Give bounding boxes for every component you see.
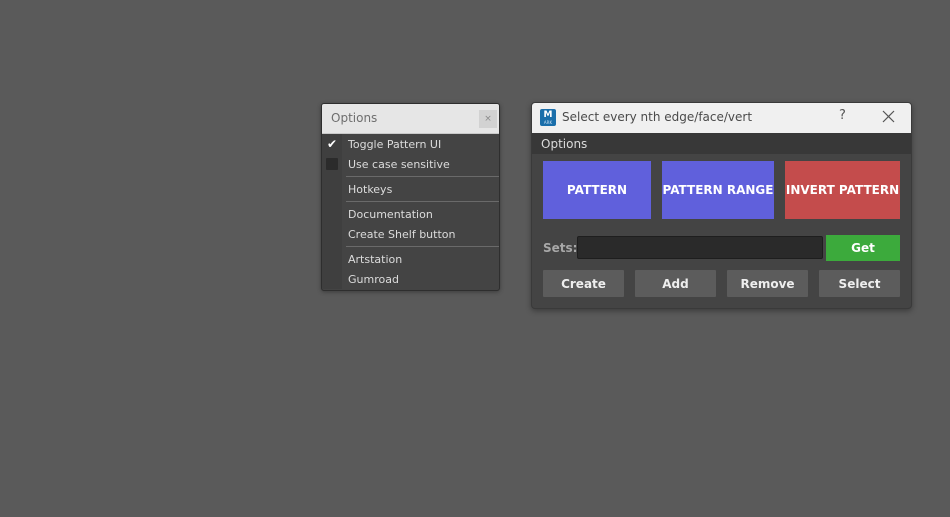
sets-input[interactable] <box>577 236 823 259</box>
close-icon[interactable] <box>881 108 897 126</box>
sets-label: Sets: <box>543 241 578 255</box>
menu-item-documentation[interactable]: Documentation <box>322 204 499 224</box>
menubar-options[interactable]: Options <box>541 137 587 151</box>
window-titlebar[interactable]: M ARK Select every nth edge/face/vert ? <box>532 103 911 133</box>
select-nth-window: M ARK Select every nth edge/face/vert ? … <box>531 102 912 309</box>
menu-separator <box>346 246 499 247</box>
app-logo-letter: M <box>543 110 553 120</box>
menu-item-create-shelf-button[interactable]: Create Shelf button <box>322 224 499 244</box>
menu-item-hotkeys[interactable]: Hotkeys <box>322 179 499 199</box>
options-menu-body: ✔ Toggle Pattern UI Use case sensitive H… <box>322 134 499 289</box>
menu-item-gumroad[interactable]: Gumroad <box>322 269 499 289</box>
menu-item-label: Create Shelf button <box>348 228 456 241</box>
options-menu-title: Options <box>331 111 378 125</box>
checkmark-icon[interactable]: ✔ <box>326 138 338 150</box>
invert-pattern-button[interactable]: INVERT PATTERN <box>785 161 900 219</box>
options-menu: Options × ✔ Toggle Pattern UI Use case s… <box>321 103 500 291</box>
menu-separator <box>346 176 499 177</box>
pattern-range-button[interactable]: PATTERN RANGE <box>662 161 774 219</box>
unchecked-box-icon[interactable] <box>326 158 338 170</box>
remove-button[interactable]: Remove <box>727 270 808 297</box>
menu-item-label: Documentation <box>348 208 433 221</box>
close-icon[interactable]: × <box>479 110 497 128</box>
options-menu-header[interactable]: Options × <box>322 104 499 134</box>
get-button[interactable]: Get <box>826 235 900 261</box>
menu-item-toggle-pattern-ui[interactable]: ✔ Toggle Pattern UI <box>322 134 499 154</box>
menu-item-use-case-sensitive[interactable]: Use case sensitive <box>322 154 499 174</box>
create-button[interactable]: Create <box>543 270 624 297</box>
menu-separator <box>346 201 499 202</box>
window-menubar: Options <box>532 133 911 154</box>
menu-item-label: Gumroad <box>348 273 399 286</box>
help-button[interactable]: ? <box>839 108 846 123</box>
pattern-button[interactable]: PATTERN <box>543 161 651 219</box>
select-button[interactable]: Select <box>819 270 900 297</box>
app-logo-sub: ARK <box>543 120 553 125</box>
menu-item-label: Artstation <box>348 253 403 266</box>
menu-item-label: Use case sensitive <box>348 158 450 171</box>
add-button[interactable]: Add <box>635 270 716 297</box>
menu-item-label: Toggle Pattern UI <box>348 138 442 151</box>
window-title: Select every nth edge/face/vert <box>562 110 753 124</box>
app-logo-icon: M ARK <box>540 109 556 126</box>
menu-item-label: Hotkeys <box>348 183 393 196</box>
menu-item-artstation[interactable]: Artstation <box>322 249 499 269</box>
